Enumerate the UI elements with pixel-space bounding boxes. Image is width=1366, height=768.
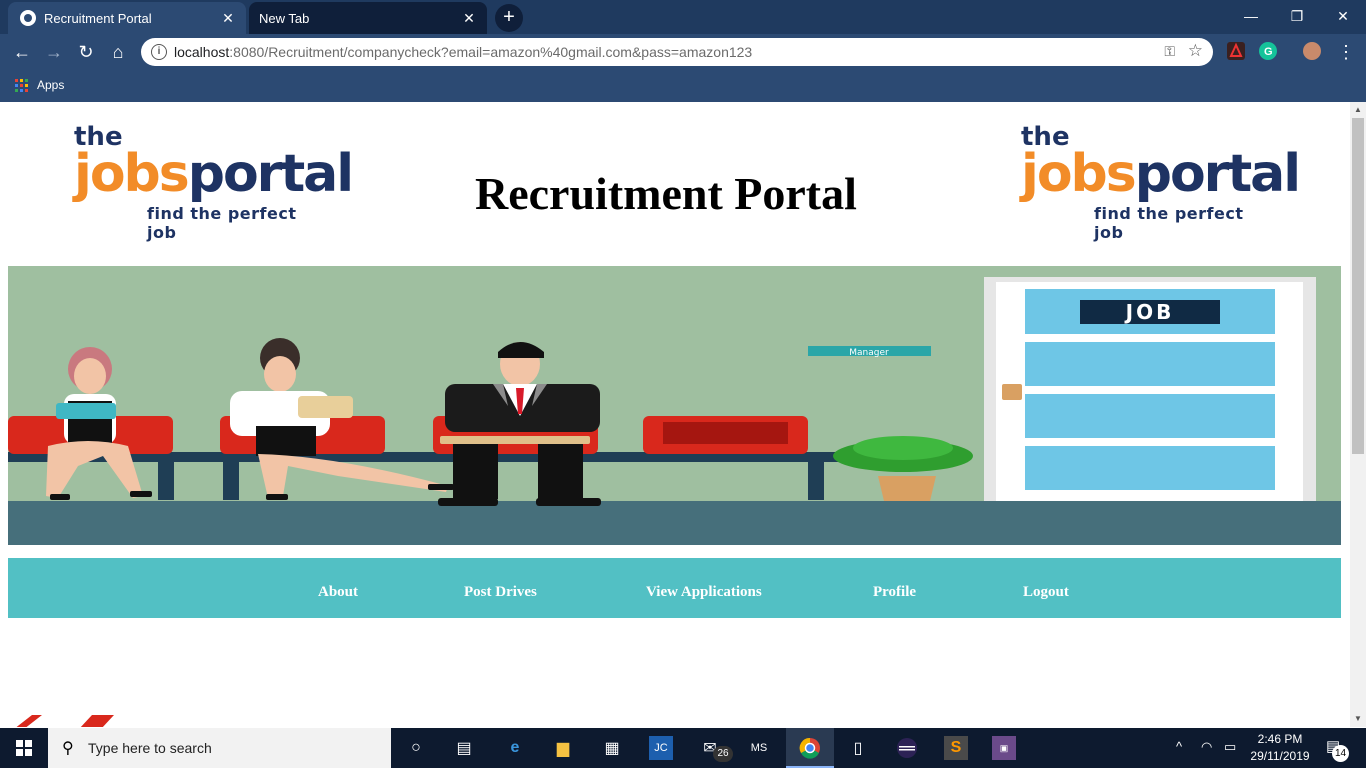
manager-sign: Manager [849,348,889,358]
address-bar[interactable]: i localhost:8080/Recruitment/companychec… [141,38,1213,66]
main-nav: About Post Drives View Applications Prof… [8,558,1341,618]
info-icon[interactable]: i [151,44,167,60]
menu-dots-icon[interactable]: ⋮ [1334,40,1358,64]
tab-title: New Tab [259,10,310,26]
chevron-up-icon[interactable]: ^ [1176,739,1182,754]
search-placeholder: Type here to search [88,740,212,756]
cortana-icon[interactable]: ○ [404,736,428,760]
windows-taskbar: ⚲ Type here to search ○ ▤ e ▆ ▦ JC ✉ 26 … [0,728,1366,768]
url-host: localhost [174,44,230,60]
notification-icon[interactable]: ▤ 14 [1326,737,1349,762]
mail-badge: 26 [713,746,733,762]
back-icon[interactable]: ← [10,40,34,64]
minimize-icon[interactable]: — [1228,4,1274,28]
logo-tagline: find the perfect job [147,204,297,242]
taskbar-search[interactable]: ⚲ Type here to search [48,728,391,768]
ms-office-icon[interactable]: MS [747,736,771,760]
hero-banner-illustration: Manager JOB [8,266,1341,545]
store-icon[interactable]: ▦ [600,736,624,760]
logo-wordmark: jobsportal [74,144,354,204]
clock-date: 29/11/2019 [1250,749,1310,763]
url-path: :8080/Recruitment/companycheck?email=ama… [229,44,753,60]
nav-post-drives[interactable]: Post Drives [464,584,537,601]
logo-tagline: find the perfect job [1094,204,1244,242]
app-icon[interactable]: ▣ [992,736,1016,760]
reload-icon[interactable]: ↻ [74,40,98,64]
home-icon[interactable]: ⌂ [106,40,130,64]
pdf-extension-icon[interactable] [1227,42,1245,60]
bookmarks-bar: Apps [0,70,1366,102]
grammarly-icon[interactable]: G [1259,42,1277,60]
key-icon[interactable]: ⚿ [1164,43,1175,60]
logo-wordmark: jobsportal [1021,144,1301,204]
tab-new-tab[interactable]: New Tab ✕ [249,2,487,34]
document-icon[interactable]: ▯ [846,736,870,760]
logo-left: the jobsportal find the perfect job [74,122,354,242]
system-clock[interactable]: 2:46 PM 29/11/2019 [1250,731,1310,765]
sublime-text-icon[interactable]: S [944,736,968,760]
file-explorer-icon[interactable]: ▆ [551,736,575,760]
apps-label: Apps [37,78,65,92]
tab-recruitment-portal[interactable]: Recruitment Portal ✕ [8,2,246,34]
windows-icon [16,740,32,756]
eclipse-icon[interactable] [895,736,919,760]
tab-title: Recruitment Portal [44,10,152,26]
chrome-icon[interactable] [798,736,822,760]
battery-icon[interactable]: ▭ [1224,739,1236,755]
door-job-sign: JOB [1124,300,1175,324]
url-text[interactable]: localhost:8080/Recruitment/companycheck?… [174,44,752,60]
restore-icon[interactable]: ❐ [1274,4,1320,28]
star-icon[interactable]: ☆ [1188,41,1203,61]
apps-bookmark[interactable]: Apps [15,78,64,92]
apps-grid-icon [15,78,28,92]
globe-icon [20,10,36,26]
notification-badge: 14 [1332,745,1349,762]
nav-logout[interactable]: Logout [1023,584,1069,601]
wifi-icon[interactable]: ◠ [1201,739,1212,755]
task-view-icon[interactable]: ▤ [452,736,476,760]
close-window-icon[interactable]: ✕ [1320,4,1366,28]
page-title: Recruitment Portal [475,168,857,219]
scroll-up-icon[interactable]: ▲ [1350,102,1366,118]
new-tab-button[interactable]: + [495,4,523,32]
tab-close-icon[interactable]: ✕ [459,10,479,27]
partial-image-cutoff [16,715,114,727]
browser-tab-strip: Recruitment Portal ✕ New Tab ✕ + — ❐ ✕ [0,0,1366,34]
edge-icon[interactable]: e [503,736,527,760]
nav-profile[interactable]: Profile [873,584,916,601]
svg-text:G: G [1264,46,1273,58]
page-content: the jobsportal find the perfect job Recr… [0,102,1350,727]
logo-right: the jobsportal find the perfect job [1021,122,1301,242]
profile-avatar[interactable] [1303,42,1321,60]
nav-view-applications[interactable]: View Applications [646,584,762,601]
clock-time: 2:46 PM [1257,732,1303,746]
start-button[interactable] [0,728,48,768]
jc-app-icon[interactable]: JC [649,736,673,760]
tab-close-icon[interactable]: ✕ [218,10,238,27]
forward-icon[interactable]: → [42,40,66,64]
scroll-down-icon[interactable]: ▼ [1350,711,1366,727]
page-scrollbar[interactable]: ▲ ▼ [1350,102,1366,727]
nav-about[interactable]: About [318,584,358,601]
search-icon: ⚲ [62,740,74,757]
scrollbar-thumb[interactable] [1352,118,1364,454]
